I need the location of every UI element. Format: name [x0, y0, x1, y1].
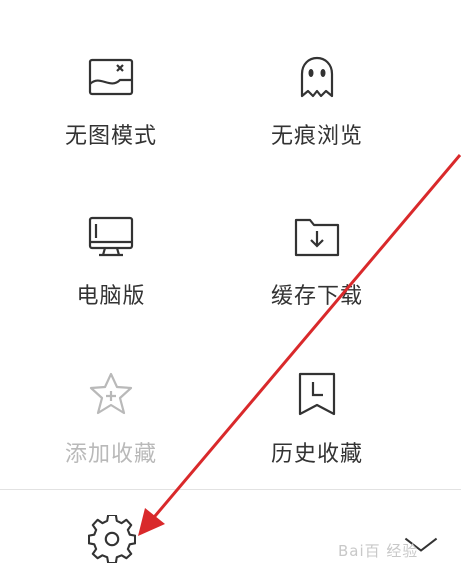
menu-item-desktop-version[interactable]: 电脑版 — [31, 210, 191, 350]
ghost-icon — [300, 56, 334, 98]
folder-download-icon — [294, 218, 340, 257]
menu-item-add-bookmark: 添加收藏 — [31, 368, 191, 508]
menu-item-label: 无痕浏览 — [270, 124, 363, 149]
menu-item-incognito[interactable]: 无痕浏览 — [237, 50, 397, 190]
star-add-icon — [89, 372, 133, 415]
menu-item-label: 缓存下载 — [270, 284, 363, 309]
menu-item-label: 电脑版 — [76, 284, 146, 309]
menu-item-history-bookmarks[interactable]: 历史收藏 — [237, 368, 397, 508]
baidu-watermark: Bai百 经验 — [338, 542, 419, 560]
menu-item-label: 添加收藏 — [64, 442, 157, 467]
desktop-monitor-icon — [88, 216, 134, 257]
bookmark-clock-icon — [298, 372, 336, 416]
no-image-icon — [88, 58, 134, 96]
menu-item-no-image-mode[interactable]: 无图模式 — [31, 50, 191, 190]
menu-item-cache-download[interactable]: 缓存下载 — [237, 210, 397, 350]
gear-icon[interactable] — [88, 515, 136, 563]
bottom-divider — [0, 489, 461, 490]
menu-item-label: 无图模式 — [64, 124, 157, 149]
menu-item-label: 历史收藏 — [270, 442, 363, 467]
